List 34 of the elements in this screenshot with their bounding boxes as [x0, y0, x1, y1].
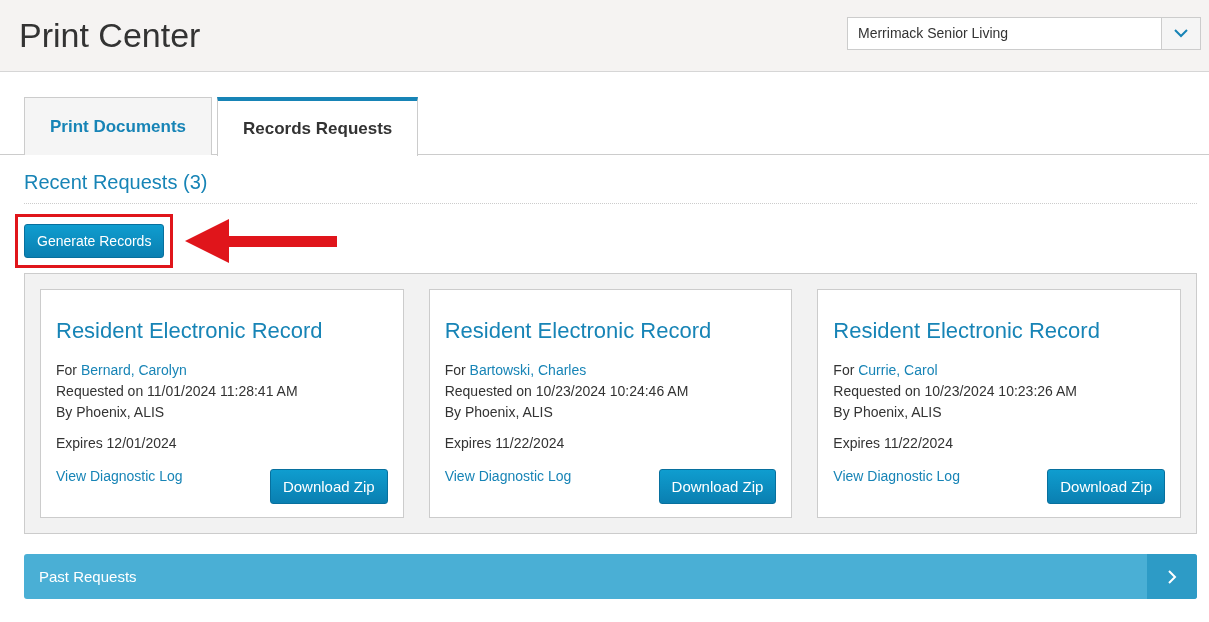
annotation-arrow-icon: [185, 218, 338, 264]
diagnostic-log-link[interactable]: View Diagnostic Log: [56, 468, 183, 484]
download-zip-button[interactable]: Download Zip: [658, 469, 777, 504]
resident-link[interactable]: Bernard, Carolyn: [80, 362, 187, 378]
section-heading: Recent Requests (3): [24, 171, 1197, 204]
community-select[interactable]: Merrimack Senior Living: [847, 16, 1201, 50]
download-zip-button[interactable]: Download Zip: [1047, 469, 1165, 504]
past-requests-label: Past Requests: [38, 568, 138, 585]
diagnostic-log-link[interactable]: View Diagnostic Log: [833, 468, 960, 484]
expiry-date: Expires 11/22/2024: [833, 434, 954, 453]
diagnostic-log-link[interactable]: View Diagnostic Log: [444, 468, 572, 484]
requested-date: Requested on 11/01/2024 11:28:41 AM: [56, 382, 299, 401]
requested-date: Requested on 10/23/2024 10:23:26 AM: [833, 382, 1078, 401]
chevron-down-icon: [1174, 28, 1188, 38]
download-zip-button[interactable]: Download Zip: [269, 469, 388, 504]
requested-by: By Phoenix, ALIS: [56, 403, 166, 422]
tab[interactable]: Records Requests: [217, 97, 419, 156]
resident-line: For Currie, Carol: [833, 361, 939, 380]
resident-line: For Bartowski, Charles: [444, 361, 588, 380]
card-title: Resident Electronic Record: [833, 318, 1101, 344]
resident-link[interactable]: Currie, Carol: [858, 362, 938, 378]
generate-records-button[interactable]: Generate Records: [24, 224, 165, 258]
requested-date: Requested on 10/23/2024 10:24:46 AM: [444, 382, 690, 401]
requested-by: By Phoenix, ALIS: [833, 403, 943, 422]
card-title: Resident Electronic Record: [444, 318, 713, 344]
past-requests-bar[interactable]: Past Requests: [24, 554, 1197, 599]
resident-link[interactable]: Bartowski, Charles: [469, 362, 587, 378]
page-title: Print Center: [19, 16, 201, 55]
resident-line: For Bernard, Carolyn: [56, 361, 188, 380]
expiry-date: Expires 11/22/2024: [444, 434, 566, 453]
card-title: Resident Electronic Record: [56, 318, 324, 344]
expiry-date: Expires 12/01/2024: [56, 434, 178, 453]
tab[interactable]: Print Documents: [24, 97, 213, 155]
requested-by: By Phoenix, ALIS: [444, 403, 554, 422]
